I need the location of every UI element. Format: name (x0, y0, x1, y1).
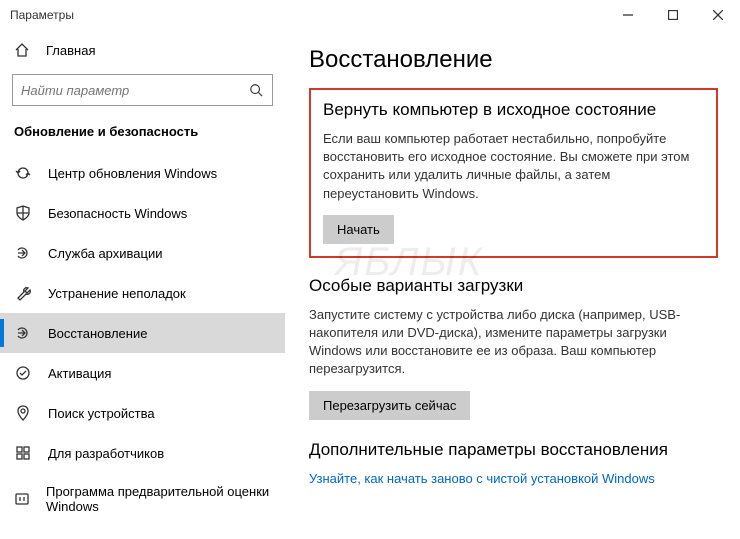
developer-icon (14, 444, 32, 462)
find-device-icon (14, 404, 32, 422)
reset-title: Вернуть компьютер в исходное состояние (323, 100, 704, 120)
search-box[interactable] (12, 74, 273, 106)
sidebar-item-activation[interactable]: Активация (0, 353, 285, 393)
close-button[interactable] (695, 0, 740, 30)
window-title: Параметры (10, 8, 605, 22)
nav-label: Служба архивации (48, 246, 163, 261)
reset-text: Если ваш компьютер работает нестабильно,… (323, 130, 704, 203)
sidebar: Главная Обновление и безопасность Центр … (0, 30, 285, 539)
backup-icon (14, 244, 32, 262)
recovery-icon (14, 324, 32, 342)
nav-label: Поиск устройства (48, 406, 155, 421)
more-options-title: Дополнительные параметры восстановления (309, 440, 718, 460)
sidebar-item-insider[interactable]: Программа предварительной оценки Windows (0, 473, 285, 525)
activation-icon (14, 364, 32, 382)
search-input[interactable] (21, 83, 248, 98)
nav-label: Программа предварительной оценки Windows (46, 484, 271, 514)
nav-label: Безопасность Windows (48, 206, 187, 221)
home-label: Главная (46, 43, 95, 58)
sync-icon (14, 164, 32, 182)
nav-label: Восстановление (48, 326, 147, 341)
home-link[interactable]: Главная (0, 34, 285, 66)
insider-icon (14, 490, 30, 508)
clean-install-link[interactable]: Узнайте, как начать заново с чистой уста… (309, 471, 655, 486)
advanced-startup-title: Особые варианты загрузки (309, 276, 718, 296)
sidebar-item-recovery[interactable]: Восстановление (0, 313, 285, 353)
advanced-startup-text: Запустите систему с устройства либо диск… (309, 306, 718, 379)
nav-label: Центр обновления Windows (48, 166, 217, 181)
nav-label: Для разработчиков (48, 446, 164, 461)
nav-label: Устранение неполадок (48, 286, 186, 301)
titlebar: Параметры (0, 0, 740, 30)
sidebar-item-developers[interactable]: Для разработчиков (0, 433, 285, 473)
shield-icon (14, 204, 32, 222)
sidebar-item-find-device[interactable]: Поиск устройства (0, 393, 285, 433)
restart-now-button[interactable]: Перезагрузить сейчас (309, 391, 470, 420)
home-icon (14, 42, 30, 58)
nav-label: Активация (48, 366, 111, 381)
page-title: Восстановление (309, 46, 718, 74)
wrench-icon (14, 284, 32, 302)
sidebar-item-windows-update[interactable]: Центр обновления Windows (0, 153, 285, 193)
maximize-button[interactable] (650, 0, 695, 30)
sidebar-item-troubleshoot[interactable]: Устранение неполадок (0, 273, 285, 313)
search-icon (248, 82, 264, 98)
more-recovery-options-section: Дополнительные параметры восстановления … (309, 440, 718, 488)
sidebar-item-windows-security[interactable]: Безопасность Windows (0, 193, 285, 233)
reset-pc-section: Вернуть компьютер в исходное состояние Е… (309, 88, 718, 258)
reset-start-button[interactable]: Начать (323, 215, 394, 244)
advanced-startup-section: Особые варианты загрузки Запустите систе… (309, 276, 718, 420)
sidebar-item-backup[interactable]: Служба архивации (0, 233, 285, 273)
main-content: Восстановление Вернуть компьютер в исход… (285, 30, 740, 539)
minimize-button[interactable] (605, 0, 650, 30)
category-header: Обновление и безопасность (0, 118, 285, 153)
window-controls (605, 0, 740, 30)
